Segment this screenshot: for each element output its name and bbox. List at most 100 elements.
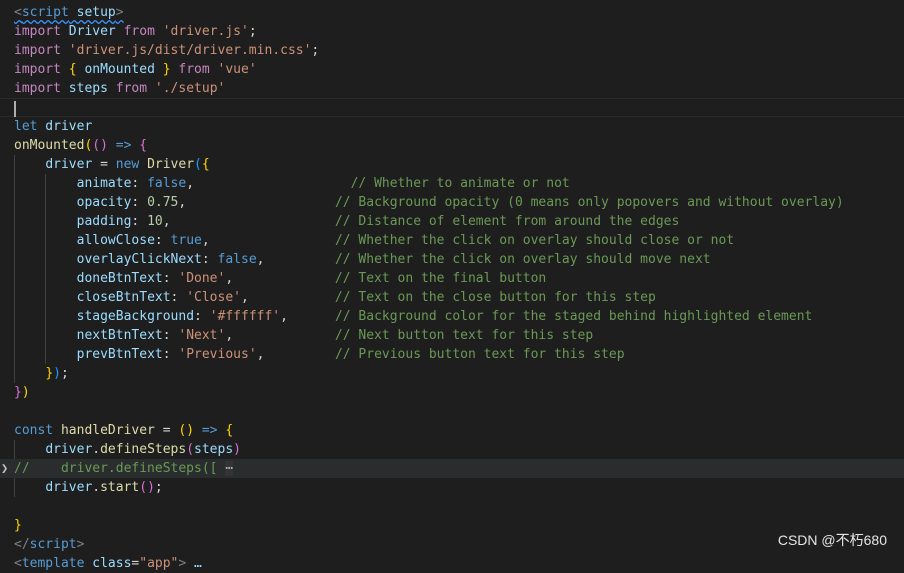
code-token: 'Next' <box>178 328 226 343</box>
code-token: allowClose <box>76 233 155 248</box>
code-token: onMounted <box>14 138 85 153</box>
code-token: ) <box>21 385 30 400</box>
code-line[interactable]: }) <box>0 383 904 402</box>
code-line[interactable]: allowClose: true, // Whether the click o… <box>0 231 904 250</box>
code-token: ) <box>233 442 241 457</box>
code-token: steps <box>60 81 108 96</box>
code-token: 'Previous' <box>178 347 257 362</box>
code-token: => <box>201 423 218 438</box>
code-token: 'vue' <box>209 62 257 77</box>
code-line[interactable]: <template class="app"> … <box>0 554 904 573</box>
code-text: prevBtnText: 'Previous', // Previous but… <box>14 345 625 364</box>
code-token: // Distance of element from around the e… <box>334 214 680 229</box>
code-line[interactable]: const handleDriver = () => { <box>0 421 904 440</box>
code-line[interactable]: ❯ // driver.defineSteps([ ⋯ <box>0 459 904 478</box>
code-text: } <box>14 516 22 535</box>
code-line[interactable]: import { onMounted } from 'vue' <box>0 60 904 79</box>
code-token: driver <box>45 442 93 457</box>
code-token: => <box>115 138 132 153</box>
code-line[interactable]: doneBtnText: 'Done', // Text on the fina… <box>0 269 904 288</box>
code-token: script <box>29 537 77 552</box>
code-token: , <box>178 195 335 210</box>
code-token: : <box>201 252 218 267</box>
code-line[interactable]: import Driver from 'driver.js'; <box>0 22 904 41</box>
fold-chevron-icon[interactable]: ❯ <box>1 459 8 478</box>
code-line[interactable] <box>0 497 904 516</box>
code-token: driver <box>45 480 93 495</box>
code-token: . <box>92 480 101 495</box>
code-line[interactable]: driver.start(); <box>0 478 904 497</box>
code-line[interactable]: let driver <box>0 117 904 136</box>
code-line[interactable]: import steps from './setup' <box>0 79 904 98</box>
code-token: import <box>14 24 61 39</box>
code-token: { <box>60 62 77 77</box>
code-line[interactable]: driver.defineSteps(steps) <box>0 440 904 459</box>
code-line[interactable]: <script setup> <box>0 3 904 22</box>
code-text: import { onMounted } from 'vue' <box>14 60 257 79</box>
code-text: import steps from './setup' <box>14 79 225 98</box>
code-line[interactable]: padding: 10, // Distance of element from… <box>0 212 904 231</box>
code-token: ; <box>154 480 163 495</box>
code-line[interactable] <box>0 402 904 421</box>
code-line[interactable]: import 'driver.js/dist/driver.min.css'; <box>0 41 904 60</box>
code-token: , <box>256 252 335 267</box>
code-token: : <box>194 309 210 324</box>
code-token: > <box>76 537 85 552</box>
code-text: closeBtnText: 'Close', // Text on the cl… <box>14 288 656 307</box>
code-token: : <box>131 195 148 210</box>
code-text: allowClose: true, // Whether the click o… <box>14 231 734 250</box>
code-line[interactable]: stageBackground: '#ffffff', // Backgroun… <box>0 307 904 326</box>
code-line[interactable]: </script> <box>0 535 904 554</box>
code-line[interactable]: nextBtnText: 'Next', // Next button text… <box>0 326 904 345</box>
csdn-watermark: CSDN @不朽680 <box>777 532 887 548</box>
code-token: import <box>14 62 61 77</box>
code-token: : <box>131 214 148 229</box>
code-line[interactable]: animate: false, // Whether to animate or… <box>0 174 904 193</box>
code-token: { <box>201 157 210 172</box>
code-text: driver.defineSteps(steps) <box>14 440 241 459</box>
code-token: Driver <box>139 157 195 172</box>
code-token: : <box>131 176 148 191</box>
code-text: driver = new Driver({ <box>14 155 210 174</box>
folded-region-ellipsis[interactable]: ⋯ <box>225 461 234 476</box>
code-line[interactable]: onMounted(() => { <box>0 136 904 155</box>
text-cursor <box>14 101 16 117</box>
code-line[interactable] <box>0 98 904 117</box>
code-token: start <box>100 480 140 495</box>
code-line[interactable]: opacity: 0.75, // Background opacity (0 … <box>0 193 904 212</box>
code-text: </script> <box>14 535 84 554</box>
code-line[interactable]: }); <box>0 364 904 383</box>
code-token: } <box>14 385 22 400</box>
code-token: { <box>225 423 234 438</box>
code-token: ) <box>53 366 61 381</box>
code-token: // Previous button text for this step <box>334 347 625 362</box>
code-token: true <box>170 233 202 248</box>
code-line[interactable]: } <box>0 516 904 535</box>
code-token: , <box>225 328 335 343</box>
code-text: import Driver from 'driver.js'; <box>14 22 257 41</box>
code-line[interactable]: prevBtnText: 'Previous', // Previous but… <box>0 345 904 364</box>
code-line[interactable]: closeBtnText: 'Close', // Text on the cl… <box>0 288 904 307</box>
code-text: opacity: 0.75, // Background opacity (0 … <box>14 193 844 212</box>
code-token: ; <box>60 366 69 381</box>
code-line[interactable]: overlayClickNext: false, // Whether the … <box>0 250 904 269</box>
code-token: < <box>14 556 22 571</box>
code-token: // Whether the click on overlay should m… <box>334 252 711 267</box>
code-line[interactable]: driver = new Driver({ <box>0 155 904 174</box>
code-token: driver <box>45 157 93 172</box>
code-token: stageBackground <box>76 309 195 324</box>
code-token: ; <box>311 43 320 58</box>
code-text: nextBtnText: 'Next', // Next button text… <box>14 326 594 345</box>
code-text: stageBackground: '#ffffff', // Backgroun… <box>14 307 813 326</box>
code-token: './setup' <box>147 81 226 96</box>
code-editor[interactable]: <script setup> import Driver from 'driver… <box>0 0 904 571</box>
code-token: const <box>14 423 54 438</box>
code-token: // Next button text for this step <box>334 328 594 343</box>
code-token: overlayClickNext <box>76 252 202 267</box>
